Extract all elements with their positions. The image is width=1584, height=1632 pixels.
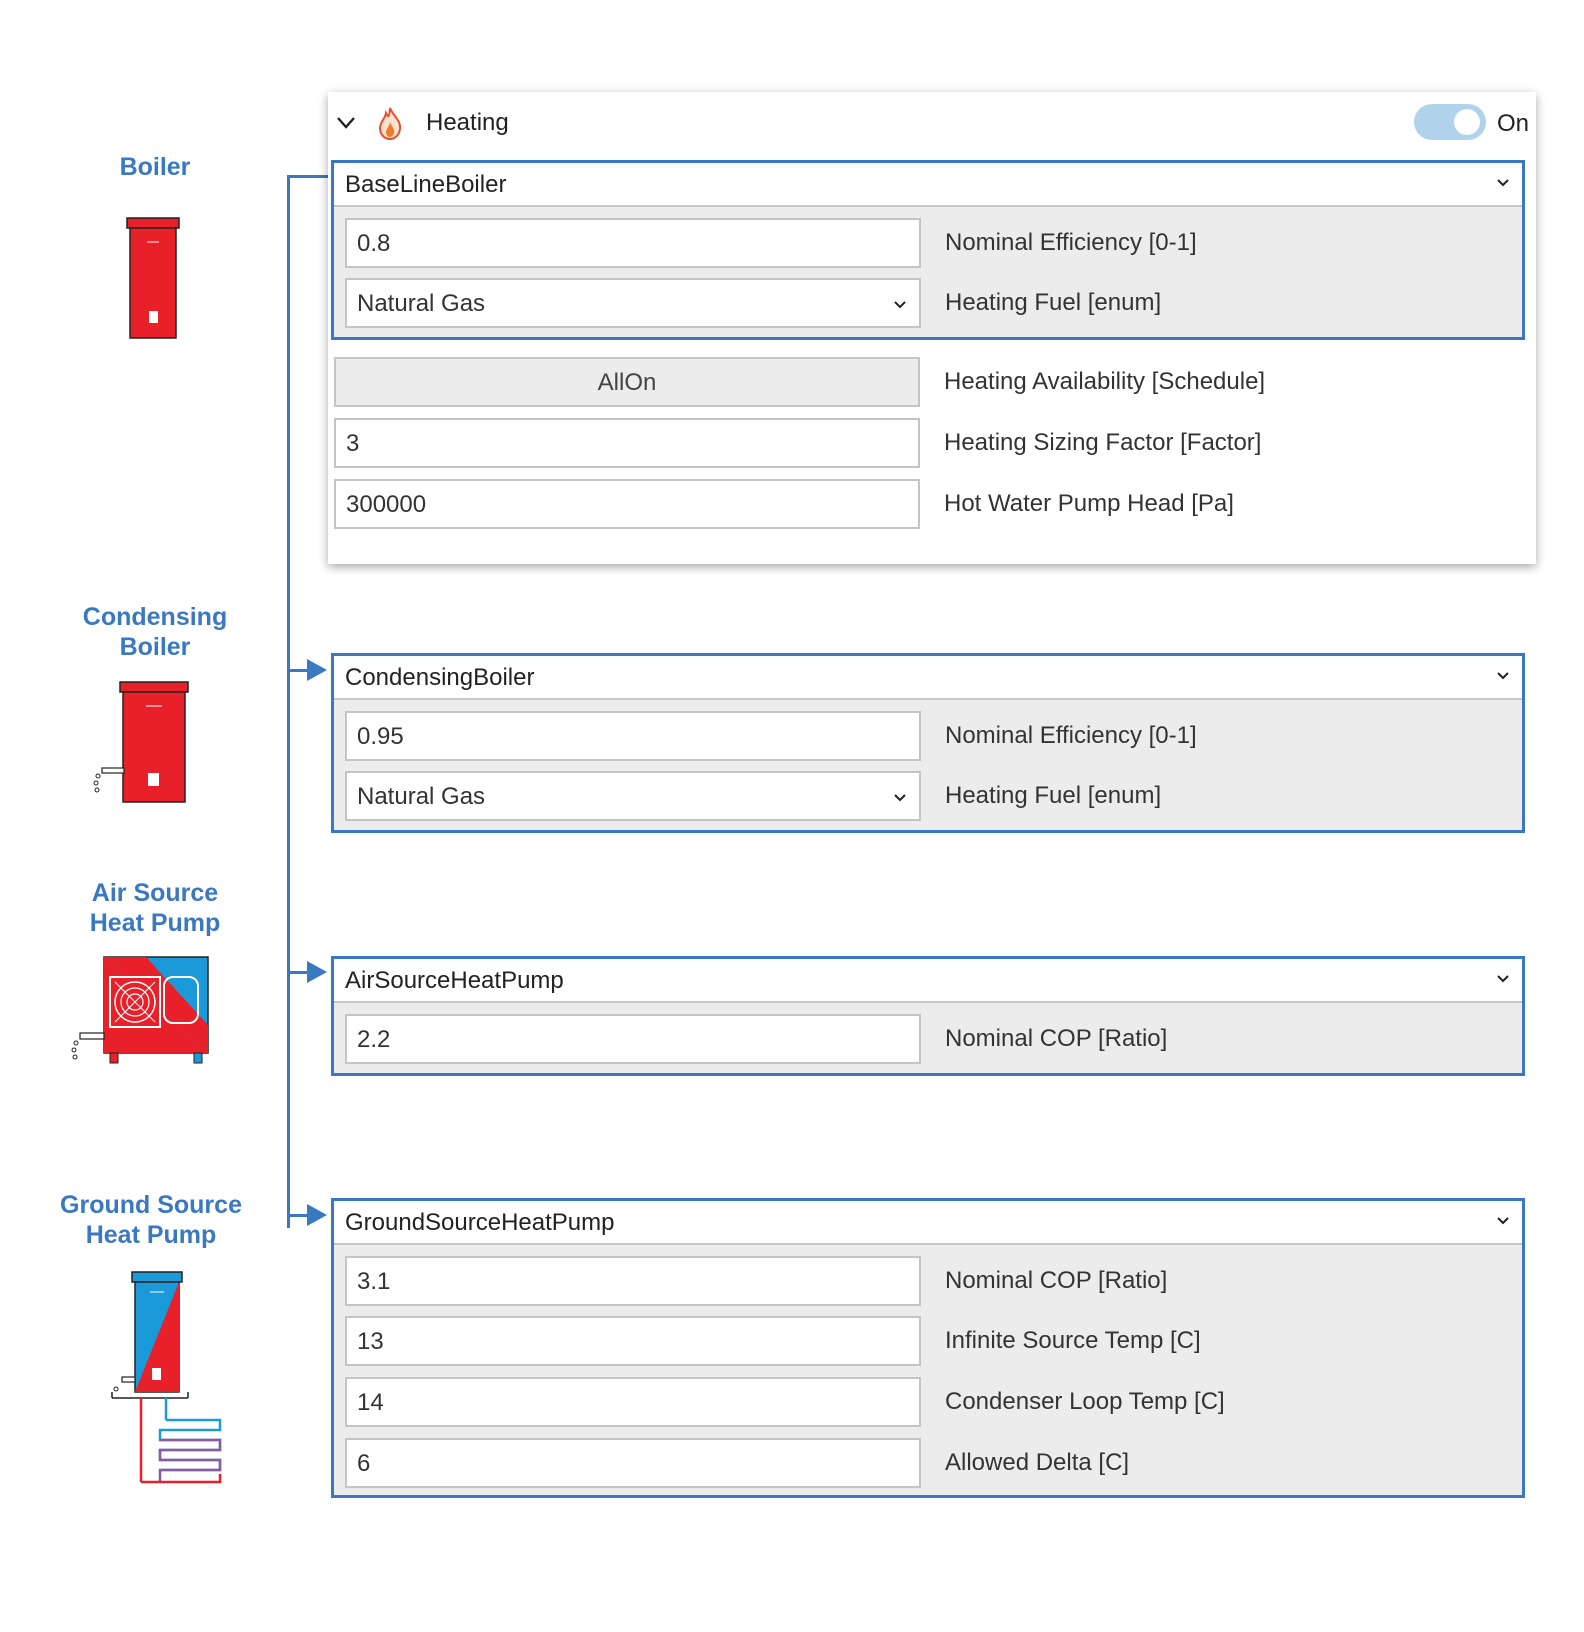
air-source-heat-pump-label: Air Source Heat Pump [40, 878, 270, 938]
pump-head-label: Hot Water Pump Head [Pa] [944, 490, 1234, 517]
chevron-down-icon [1497, 179, 1509, 187]
arrow-condensing-icon [307, 659, 327, 681]
air-source-heat-pump-icon [71, 956, 209, 1064]
heating-fuel-select[interactable]: Natural Gas [345, 278, 921, 328]
infinite-source-temp-input[interactable]: 13 [345, 1316, 921, 1366]
ground-source-heat-pump-label: Ground Source Heat Pump [36, 1190, 266, 1250]
heating-panel-header[interactable]: Heating On [328, 92, 1536, 154]
arrow-ground-source-icon [307, 1204, 327, 1226]
field-value: 6 [357, 1450, 371, 1477]
equipment-group-air-source-heat-pump: AirSourceHeatPump 2.2 Nominal COP [Ratio… [331, 956, 1525, 1076]
connector-branch-condensing [287, 669, 309, 672]
field-label: Nominal Efficiency [0-1] [945, 229, 1197, 256]
pump-head-input[interactable]: 300000 [334, 479, 920, 529]
field-value: 13 [357, 1328, 384, 1355]
field-label: Heating Fuel [enum] [945, 782, 1162, 809]
field-value: 0.8 [357, 230, 391, 257]
equipment-select[interactable]: CondensingBoiler [334, 656, 1522, 700]
chevron-down-icon [894, 794, 906, 802]
condensing-boiler-icon [93, 681, 189, 803]
toggle-knob [1454, 109, 1480, 135]
arrow-air-source-icon [307, 961, 327, 983]
connector-top-stub [287, 175, 331, 178]
nominal-efficiency-input[interactable]: 0.95 [345, 711, 921, 761]
condensing-boiler-label-line1: Condensing [82, 603, 228, 631]
field-value: 3.1 [357, 1268, 391, 1295]
pump-head-value: 300000 [346, 491, 427, 518]
sizing-factor-label: Heating Sizing Factor [Factor] [944, 429, 1262, 456]
field-label: Heating Fuel [enum] [945, 289, 1162, 316]
flame-icon [378, 107, 402, 140]
equipment-select[interactable]: GroundSourceHeatPump [334, 1201, 1522, 1245]
field-label: Infinite Source Temp [C] [945, 1327, 1201, 1354]
equipment-group-condensing-boiler: CondensingBoiler 0.95 Nominal Efficiency… [331, 653, 1525, 833]
boiler-label-text: Boiler [119, 153, 191, 181]
availability-label: Heating Availability [Schedule] [944, 368, 1266, 395]
connector-branch-air-source [287, 971, 309, 974]
field-label: Allowed Delta [C] [945, 1449, 1130, 1476]
nominal-cop-input[interactable]: 2.2 [345, 1014, 921, 1064]
nominal-efficiency-input[interactable]: 0.8 [345, 218, 921, 268]
equipment-select-value: CondensingBoiler [345, 664, 535, 691]
equipment-select-value: BaseLineBoiler [345, 171, 507, 198]
equipment-select[interactable]: AirSourceHeatPump [334, 959, 1522, 1003]
heating-fuel-select[interactable]: Natural Gas [345, 771, 921, 821]
sizing-factor-input[interactable]: 3 [334, 418, 920, 468]
equipment-group-baseline-boiler: BaseLineBoiler 0.8 Nominal Efficiency [0… [331, 160, 1525, 340]
field-value: Natural Gas [357, 290, 486, 317]
field-value: 0.95 [357, 723, 404, 750]
availability-schedule-button[interactable]: AllOn [334, 357, 920, 407]
chevron-down-icon [1497, 975, 1509, 983]
field-label: Nominal COP [Ratio] [945, 1267, 1168, 1294]
ground-source-heat-pump-label-line1: Ground Source [60, 1191, 242, 1219]
heating-toggle[interactable] [1414, 104, 1486, 140]
nominal-cop-input[interactable]: 3.1 [345, 1256, 921, 1306]
equipment-select-value: GroundSourceHeatPump [345, 1209, 615, 1236]
air-source-heat-pump-label-line2: Heat Pump [89, 909, 221, 937]
condenser-loop-temp-input[interactable]: 14 [345, 1377, 921, 1427]
equipment-group-ground-source-heat-pump: GroundSourceHeatPump 3.1 Nominal COP [Ra… [331, 1198, 1525, 1498]
panel-title: Heating [426, 109, 509, 136]
field-value: Natural Gas [357, 783, 486, 810]
ground-source-heat-pump-label-line2: Heat Pump [85, 1221, 217, 1249]
field-value: 2.2 [357, 1026, 391, 1053]
connector-branch-ground-source [287, 1214, 309, 1217]
chevron-down-icon [894, 301, 906, 309]
equipment-select-value: AirSourceHeatPump [345, 967, 564, 994]
chevron-down-icon[interactable] [336, 116, 356, 130]
sizing-factor-value: 3 [346, 430, 360, 457]
boiler-icon [126, 217, 180, 339]
availability-value: AllOn [597, 369, 657, 396]
chevron-down-icon [1497, 1217, 1509, 1225]
condensing-boiler-label-line2: Boiler [119, 633, 191, 661]
connector-vertical [287, 175, 290, 1228]
ground-source-heat-pump-icon [111, 1271, 222, 1484]
field-label: Nominal Efficiency [0-1] [945, 722, 1197, 749]
field-label: Condenser Loop Temp [C] [945, 1388, 1225, 1415]
chevron-down-icon [1497, 672, 1509, 680]
allowed-delta-input[interactable]: 6 [345, 1438, 921, 1488]
field-value: 14 [357, 1389, 384, 1416]
boiler-label: Boiler [40, 152, 270, 182]
toggle-label: On [1497, 110, 1530, 137]
equipment-select[interactable]: BaseLineBoiler [334, 163, 1522, 207]
field-label: Nominal COP [Ratio] [945, 1025, 1168, 1052]
condensing-boiler-label: Condensing Boiler [40, 602, 270, 662]
air-source-heat-pump-label-line1: Air Source [91, 879, 219, 907]
